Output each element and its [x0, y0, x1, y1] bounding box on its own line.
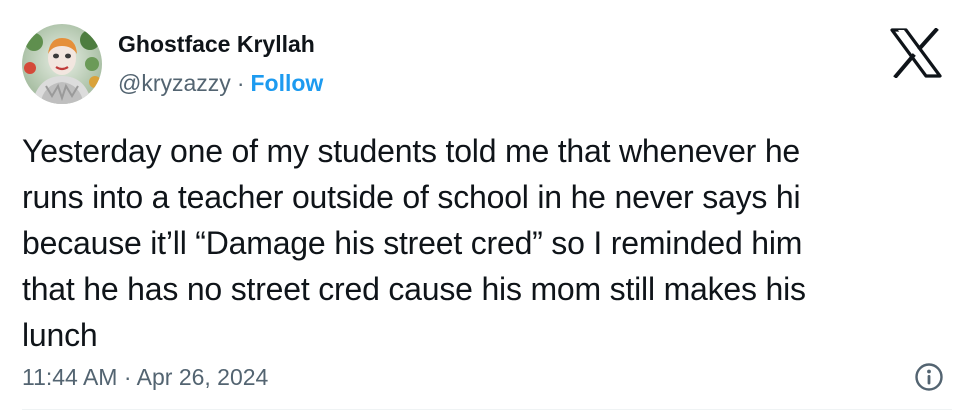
tweet-card: Ghostface Kryllah @kryzazzy · Follow Yeste…	[0, 0, 972, 412]
tweet-text: Yesterday one of my students told me tha…	[22, 128, 942, 358]
divider	[22, 409, 952, 410]
follow-button[interactable]: Follow	[250, 70, 323, 96]
info-icon[interactable]	[914, 362, 944, 392]
tweet-line: runs into a teacher outside of school in…	[22, 179, 801, 215]
display-name[interactable]: Ghostface Kryllah	[118, 30, 315, 58]
user-handle[interactable]: @kryzazzy	[118, 70, 231, 96]
tweet-line: Yesterday one of my students told me tha…	[22, 133, 801, 169]
tweet-line: lunch	[22, 317, 98, 353]
handle-row: @kryzazzy · Follow	[118, 69, 323, 97]
x-logo-icon[interactable]	[890, 27, 942, 79]
separator-dot: ·	[236, 70, 245, 96]
tweet-line: that he has no street cred cause his mom…	[22, 271, 806, 307]
profile-avatar[interactable]	[22, 24, 102, 104]
tweet-timestamp[interactable]: 11:44 AM · Apr 26, 2024	[22, 363, 268, 391]
tweet-line: because it’ll “Damage his street cred” s…	[22, 225, 803, 261]
